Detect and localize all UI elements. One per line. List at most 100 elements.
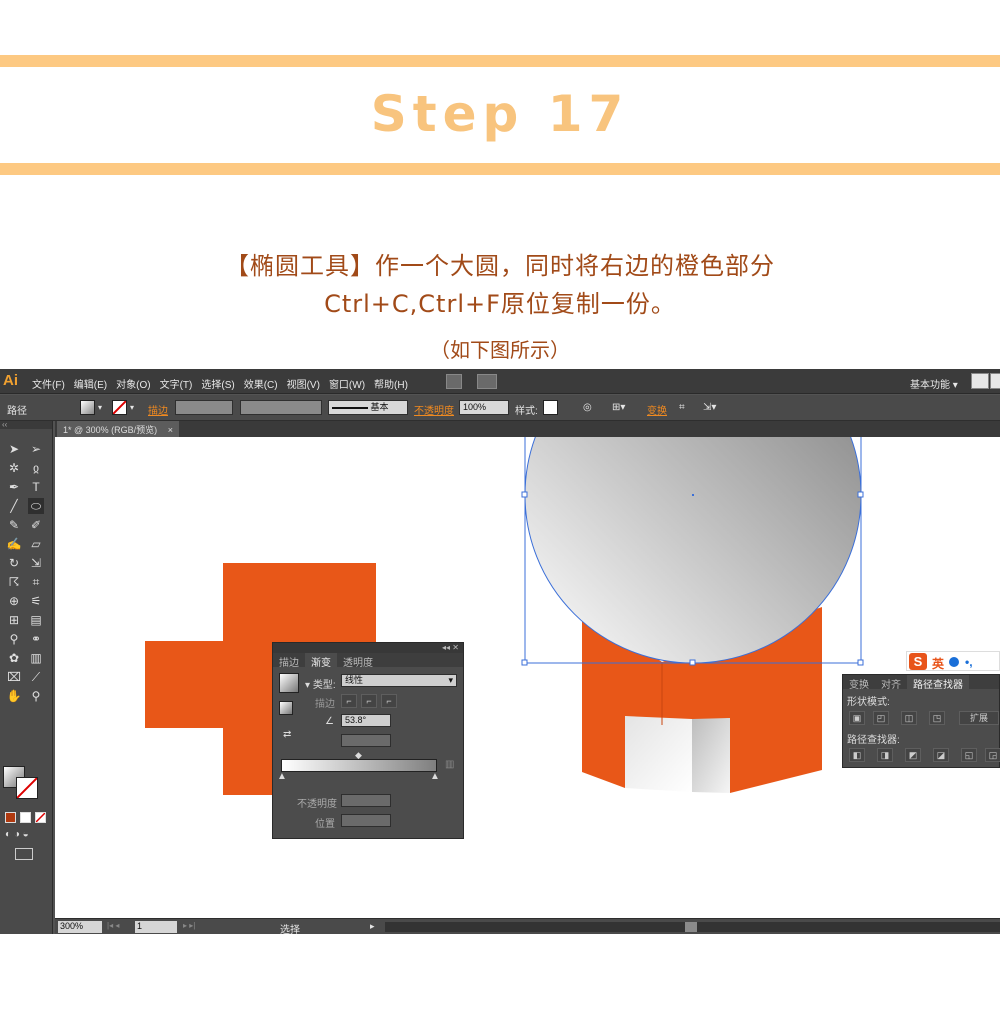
artboard-field[interactable]: 1 (135, 921, 177, 933)
lasso-icon[interactable]: ჲ (28, 460, 44, 476)
brush-profile-field[interactable]: 基本 (328, 400, 408, 415)
handle-bottom-left[interactable] (521, 659, 528, 666)
unite-icon[interactable]: ▣ (849, 711, 865, 725)
minimize-button[interactable] (971, 373, 989, 389)
tab-transform[interactable]: 变换 (843, 675, 875, 691)
eyedropper-icon[interactable]: ⚲ (6, 631, 22, 647)
stop-opacity-field[interactable] (341, 794, 391, 807)
delete-stop-icon[interactable]: ▥ (445, 759, 454, 770)
tab-align[interactable]: 对齐 (875, 675, 907, 691)
outline-icon[interactable]: ◱ (961, 748, 977, 762)
screen-mode-icon[interactable] (15, 848, 33, 860)
rotate-icon[interactable]: ↻ (6, 555, 22, 571)
merge-icon[interactable]: ◩ (905, 748, 921, 762)
warp-icon[interactable]: ☈ (6, 574, 22, 590)
line-icon[interactable]: ╱ (6, 498, 22, 514)
opacity-label[interactable]: 不透明度 (414, 402, 454, 417)
close-tab-icon[interactable]: × (168, 425, 173, 435)
style-swatch[interactable] (543, 400, 558, 415)
blob-brush-icon[interactable]: ✍ (6, 536, 22, 552)
free-transform-icon[interactable]: ⌗ (28, 574, 44, 590)
aspect-ratio-field[interactable] (341, 734, 391, 747)
gradient-preview-swatch[interactable] (279, 673, 299, 693)
stroke-dropdown-icon[interactable]: ▾ (130, 403, 134, 412)
handle-right[interactable] (857, 491, 864, 498)
color-stop-left-icon[interactable]: ▲ (277, 771, 287, 782)
scale-icon[interactable]: ⇲ (28, 555, 44, 571)
tab-pathfinder[interactable]: 路径查找器 (907, 675, 969, 691)
stop-position-field[interactable] (341, 814, 391, 827)
column-graph-icon[interactable]: ▥ (28, 650, 44, 666)
ime-moon-icon[interactable] (949, 657, 959, 667)
menu-window[interactable]: 窗口(W) (329, 376, 365, 391)
opacity-field[interactable]: 100% (459, 400, 509, 415)
recolor-icon[interactable]: ◎ (583, 402, 592, 413)
pencil-icon[interactable]: ✐ (28, 517, 44, 533)
gradient-icon[interactable]: ▤ (28, 612, 44, 628)
menu-type[interactable]: 文字(T) (160, 376, 193, 391)
workspace-switcher[interactable]: 基本功能 ▾ (910, 376, 958, 391)
status-menu-icon[interactable]: ▸ (370, 921, 375, 932)
arrange-documents-icon[interactable] (477, 374, 497, 389)
page-nav-last-icon[interactable]: ▸ ▸| (183, 921, 195, 930)
menu-edit[interactable]: 编辑(E) (74, 376, 107, 391)
zoom-field[interactable]: 300% (58, 921, 102, 933)
ime-toolbar[interactable]: S 英 •, (906, 651, 1000, 671)
menu-help[interactable]: 帮助(H) (374, 376, 408, 391)
eraser-icon[interactable]: ▱ (28, 536, 44, 552)
ime-punctuation[interactable]: •, (965, 655, 973, 669)
gradient-mode-icon[interactable] (20, 812, 31, 823)
horizontal-scrollbar[interactable] (385, 922, 1000, 932)
color-mode-icon[interactable] (5, 812, 16, 823)
panel-collapse-icon[interactable]: ◂◂ ✕ (273, 643, 463, 653)
minus-back-icon[interactable]: ◲ (985, 748, 1000, 762)
slice-icon[interactable]: ⟋ (28, 669, 44, 685)
minus-front-icon[interactable]: ◰ (873, 711, 889, 725)
reverse-gradient-icon[interactable]: ⇄ (283, 729, 291, 740)
fill-swatch[interactable] (80, 400, 95, 415)
menu-view[interactable]: 视图(V) (287, 376, 320, 391)
shape-builder-icon[interactable]: ⊕ (6, 593, 22, 609)
exclude-icon[interactable]: ◳ (929, 711, 945, 725)
tab-transparency[interactable]: 透明度 (337, 653, 379, 669)
color-stop-right-icon[interactable]: ▲ (430, 771, 440, 782)
bridge-icon[interactable] (446, 374, 462, 389)
transform-label[interactable]: 变换 (647, 402, 667, 417)
stroke-swatch[interactable] (112, 400, 127, 415)
variable-width-field[interactable] (240, 400, 322, 415)
tab-stroke[interactable]: 描边 (273, 653, 305, 669)
stroke-label[interactable]: 描边 (148, 402, 168, 417)
fill-stroke-toggle-icon[interactable] (279, 701, 293, 715)
document-tab[interactable]: 1* @ 300% (RGB/预览) × (57, 421, 179, 437)
intersect-icon[interactable]: ◫ (901, 711, 917, 725)
handle-bottom-right[interactable] (857, 659, 864, 666)
isolate-icon[interactable]: ⌗ (679, 402, 685, 413)
page-nav-first-icon[interactable]: |◂ ◂ (107, 921, 119, 930)
pen-icon[interactable]: ✒ (6, 479, 22, 495)
fill-dropdown-icon[interactable]: ▾ (98, 403, 102, 412)
tab-gradient[interactable]: 渐变 (305, 653, 337, 669)
artboard-icon[interactable]: ⌧ (6, 669, 22, 685)
ime-language[interactable]: 英 (932, 655, 944, 672)
type-icon[interactable]: T (28, 479, 44, 495)
graph-icon[interactable]: ⚟ (28, 593, 44, 609)
menu-effect[interactable]: 效果(C) (244, 376, 278, 391)
maximize-button[interactable] (990, 373, 1000, 389)
ellipse-icon[interactable]: ⬭ (28, 498, 44, 514)
tools-grip[interactable]: ‹‹ (0, 421, 52, 429)
options-menu-icon[interactable]: ⇲▾ (703, 402, 716, 413)
handle-bottom-center[interactable] (689, 659, 696, 666)
brush-icon[interactable]: ✎ (6, 517, 22, 533)
align-icon[interactable]: ⊞▾ (612, 402, 625, 413)
gradient-type-select[interactable]: 线性 ▾ (341, 674, 457, 687)
menu-file[interactable]: 文件(F) (32, 376, 65, 391)
trim-icon[interactable]: ◨ (877, 748, 893, 762)
stroke-across-button[interactable]: ⌐ (381, 694, 397, 708)
draw-mode-icons[interactable]: ◐ ◑ ◒ (5, 829, 47, 841)
expand-button[interactable]: 扩展 (959, 711, 999, 725)
gradient-slider[interactable] (281, 759, 437, 772)
stroke-color-box[interactable] (16, 777, 38, 799)
handle-left[interactable] (521, 491, 528, 498)
stroke-along-button[interactable]: ⌐ (361, 694, 377, 708)
angle-field[interactable]: 53.8° (341, 714, 391, 727)
